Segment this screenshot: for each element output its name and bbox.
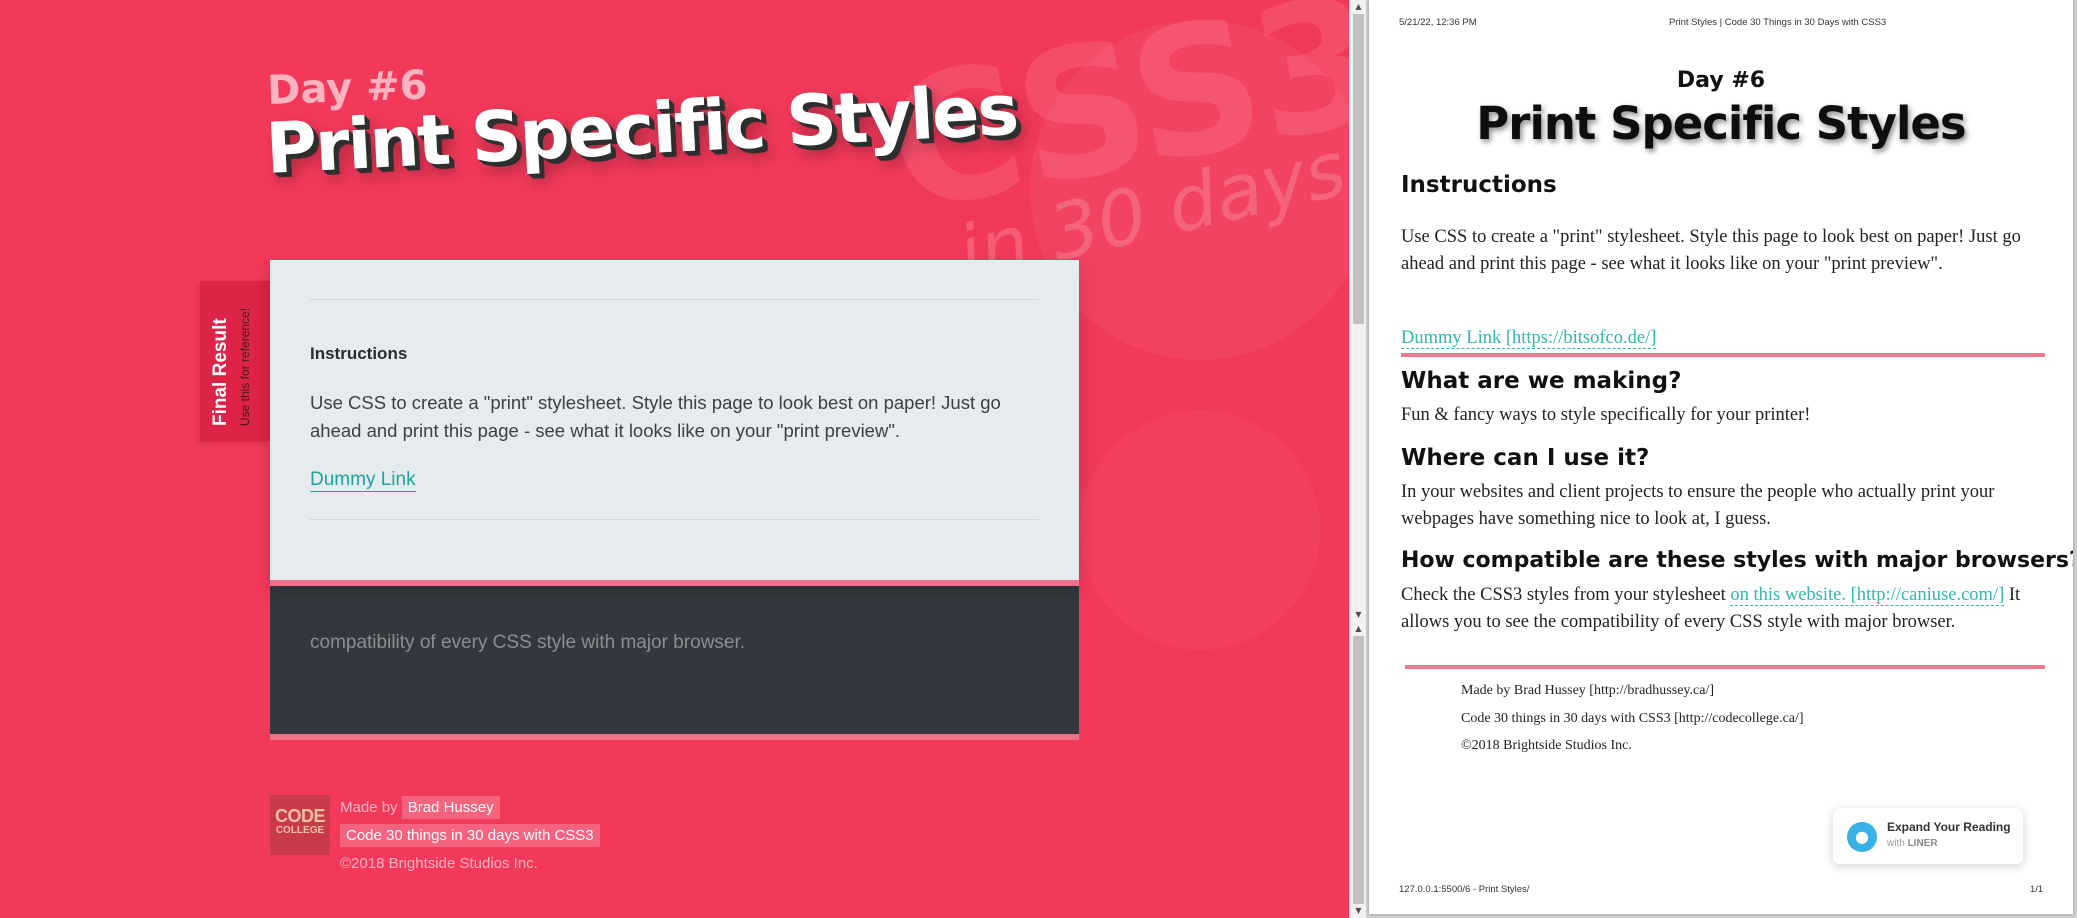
lightbulb-icon: ● xyxy=(1847,822,1877,852)
code-college-logo[interactable]: CODE COLLEGE xyxy=(270,795,330,855)
footer-course: Code 30 things in 30 days with CSS3 xyxy=(340,824,600,847)
liner-title: Expand Your Reading xyxy=(1887,820,2011,834)
print-header-title: Print Styles | Code 30 Things in 30 Days… xyxy=(1669,17,1887,28)
instructions-card: Instructions Use CSS to create a "print"… xyxy=(270,260,1079,586)
footer-made-by: Made by Brad Hussey xyxy=(340,796,500,819)
print-q3-heading: How compatible are these styles with maj… xyxy=(1401,548,2073,573)
print-footer-course: Code 30 things in 30 days with CSS3 [htt… xyxy=(1461,711,1804,726)
scroll-up-arrow[interactable]: ▲ xyxy=(1350,0,1367,14)
print-dummy-link-line: Dummy Link [https://bitsofco.de/] xyxy=(1401,325,2041,352)
print-footer-copyright: ©2018 Brightside Studios Inc. xyxy=(1461,738,1632,753)
liner-subtitle: with LINER xyxy=(1887,838,1938,849)
liner-expand-reading-button[interactable]: ● Expand Your Reading with LINER xyxy=(1833,808,2023,864)
logo-text-college: COLLEGE xyxy=(275,825,325,836)
dark-card-text: compatibility of every CSS style with ma… xyxy=(310,632,746,653)
print-footer-author: Made by Brad Hussey [http://bradhussey.c… xyxy=(1461,683,1714,698)
web-page: CSS3 in 30 days Day #6 Print Specific St… xyxy=(0,0,1349,918)
instructions-text: Use CSS to create a "print" stylesheet. … xyxy=(310,392,1001,441)
print-q2-text: In your websites and client projects to … xyxy=(1401,482,1995,529)
print-q2-heading: Where can I use it? xyxy=(1401,445,1650,471)
print-q1-heading: What are we making? xyxy=(1401,368,1682,394)
instructions-heading: Instructions xyxy=(310,344,408,363)
dummy-link[interactable]: Dummy Link xyxy=(310,469,416,492)
print-divider xyxy=(1405,665,2045,669)
print-q3-text-before: Check the CSS3 styles from your styleshe… xyxy=(1401,585,1731,605)
print-caniuse-link[interactable]: on this website. [http://caniuse.com/] xyxy=(1730,585,2005,606)
divider xyxy=(310,519,1039,520)
print-preview-page: 5/21/22, 12:36 PM Print Styles | Code 30… xyxy=(1369,0,2073,914)
background-circle xyxy=(1080,410,1320,650)
author-link[interactable]: Brad Hussey xyxy=(401,796,500,819)
print-q3-text: Check the CSS3 styles from your styleshe… xyxy=(1401,582,2041,636)
footer-copyright: ©2018 Brightside Studios Inc. xyxy=(340,855,538,872)
final-result-sublabel: Use this for reference! xyxy=(238,307,252,426)
logo-text-code: CODE xyxy=(274,806,326,826)
print-dummy-link[interactable]: Dummy Link [https://bitsofco.de/] xyxy=(1401,328,1657,349)
scroll-thumb[interactable] xyxy=(1353,14,1364,324)
print-footer-url: 127.0.0.1:5500/6 - Print Styles/ xyxy=(1399,884,1530,895)
scroll-down-arrow[interactable]: ▼ xyxy=(1350,608,1367,622)
print-title: Print Specific Styles xyxy=(1476,97,1966,150)
scroll-down-arrow[interactable]: ▼ xyxy=(1350,904,1367,918)
made-by-label: Made by xyxy=(340,799,398,816)
print-instructions-text: Use CSS to create a "print" stylesheet. … xyxy=(1401,227,2021,274)
print-header-datetime: 5/21/22, 12:36 PM xyxy=(1399,17,1477,28)
print-page-number: 1/1 xyxy=(2030,884,2044,895)
scroll-up-arrow[interactable]: ▲ xyxy=(1350,622,1367,636)
print-day: Day #6 xyxy=(1676,68,1766,93)
print-instructions-heading: Instructions xyxy=(1401,172,1557,198)
scroll-thumb[interactable] xyxy=(1353,636,1364,904)
liner-brand: LINER xyxy=(1907,838,1938,849)
course-link[interactable]: Code 30 things in 30 days with CSS3 xyxy=(340,824,600,847)
final-result-label: Final Result xyxy=(210,318,231,426)
divider xyxy=(310,299,1039,300)
page-scrollbar[interactable]: ▲ ▼ ▲ ▼ xyxy=(1349,0,1366,918)
print-divider xyxy=(1401,353,2045,357)
liner-with-label: with xyxy=(1887,838,1905,849)
dark-content-card: compatibility of every CSS style with ma… xyxy=(270,560,1079,740)
final-result-tab[interactable]: Final Result Use this for reference! xyxy=(200,281,270,441)
print-q1-text: Fun & fancy ways to style specifically f… xyxy=(1401,405,1811,425)
